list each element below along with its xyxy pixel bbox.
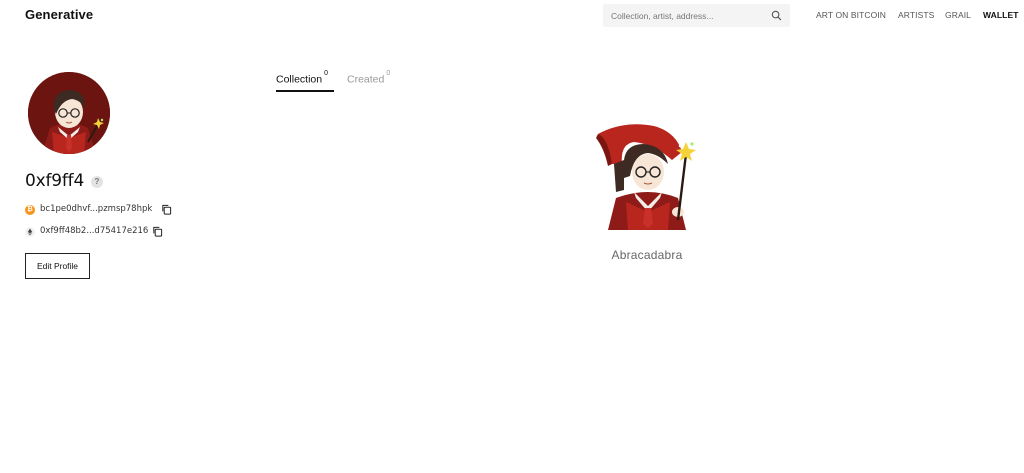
bitcoin-icon: ₿ [25, 205, 35, 215]
nft-illustration [596, 124, 696, 230]
nft-card-title[interactable]: Abracadabra [560, 248, 734, 262]
eth-address-row: 0xf9ff48b2...d75417e216 [25, 226, 165, 238]
copy-icon[interactable] [161, 204, 172, 215]
nft-card-image[interactable] [594, 120, 699, 230]
nav-art-on-bitcoin[interactable]: ART ON BITCOIN [816, 10, 886, 20]
nav-artists[interactable]: ARTISTS [898, 10, 934, 20]
ethereum-icon [25, 227, 35, 237]
active-tab-indicator [276, 90, 334, 92]
copy-icon[interactable] [152, 226, 163, 237]
nav-wallet[interactable]: WALLET [983, 10, 1019, 20]
top-bar: Generative ART ON BITCOIN ARTISTS GRAIL … [0, 0, 1024, 32]
tab-collection-count: 0 [324, 70, 329, 77]
tab-collection[interactable]: Collection 0 [276, 70, 329, 86]
avatar [28, 72, 110, 154]
tab-collection-label: Collection [276, 73, 323, 86]
main-nav: ART ON BITCOIN ARTISTS GRAIL WALLET [0, 10, 1024, 22]
tab-created-count: 0 [386, 70, 391, 77]
profile-username: 0xf9ff4 [25, 171, 85, 191]
tab-created-label: Created [347, 73, 385, 86]
edit-profile-button[interactable]: Edit Profile [25, 253, 90, 279]
tab-created[interactable]: Created 0 [347, 70, 391, 86]
btc-address: bc1pe0dhvf...pzmsp78hpk [40, 204, 153, 214]
nav-grail[interactable]: GRAIL [945, 10, 971, 20]
eth-address: 0xf9ff48b2...d75417e216 [40, 226, 149, 236]
avatar-illustration [28, 72, 110, 154]
question-icon[interactable]: ? [91, 176, 103, 188]
